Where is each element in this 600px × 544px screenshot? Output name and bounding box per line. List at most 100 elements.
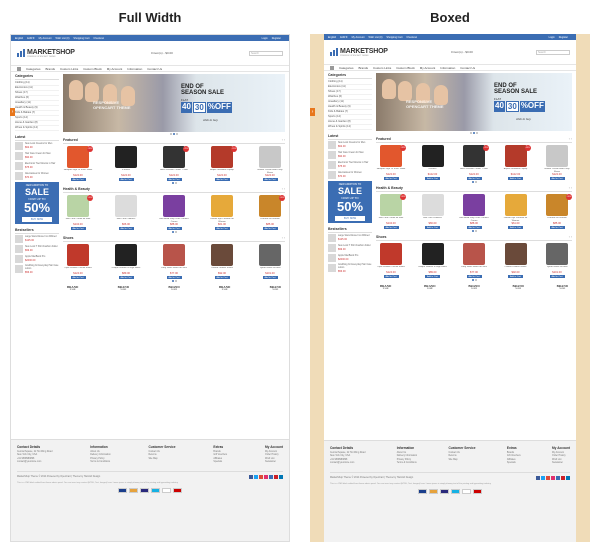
- product-card[interactable]: iPhone5 $122.00 Add to Cart: [418, 145, 448, 180]
- add-to-cart-button[interactable]: Add to Cart: [549, 177, 565, 180]
- add-to-cart-button[interactable]: Add to Cart: [70, 227, 86, 230]
- footer-link[interactable]: Specials: [507, 462, 521, 465]
- social-icon[interactable]: [259, 474, 263, 479]
- product-card[interactable]: Party Wear Shoes for Girls $77.00 Add to C…: [159, 244, 189, 279]
- pagination-dot[interactable]: [170, 133, 172, 135]
- product-card[interactable]: -20% Hair Care Cream for Men $134.00 Add to…: [63, 195, 93, 230]
- pagination-dot[interactable]: [470, 132, 472, 134]
- social-icon[interactable]: [279, 474, 283, 479]
- product-image[interactable]: [463, 243, 485, 265]
- product-image[interactable]: [504, 194, 527, 216]
- nav-item[interactable]: Categories: [339, 66, 354, 70]
- product-image[interactable]: [67, 195, 89, 217]
- product-card[interactable]: Confort Leather Shoes $92.00 Add to Cart: [501, 243, 531, 278]
- product-card[interactable]: iPhone5 $122.00 Add to Cart: [111, 146, 141, 181]
- product-image[interactable]: [546, 243, 568, 265]
- add-to-cart-button[interactable]: Add to Cart: [214, 227, 230, 230]
- cart-summary[interactable]: 0 item(s) - $0.00: [151, 51, 173, 55]
- pagination-dot[interactable]: [174, 231, 177, 233]
- add-to-cart-button[interactable]: Add to Cart: [383, 177, 399, 180]
- nav-item[interactable]: My Account: [107, 67, 123, 71]
- add-to-cart-button[interactable]: Add to Cart: [118, 276, 134, 279]
- product-thumb[interactable]: [15, 152, 23, 160]
- product-image[interactable]: [504, 243, 527, 265]
- product-card[interactable]: -33% Ideapad Yoga 13 S500 Tablet $122.00 Ad…: [63, 146, 93, 181]
- product-image[interactable]: [463, 194, 485, 216]
- health-beauty-pagination[interactable]: [376, 230, 572, 232]
- brand-logo[interactable]: BRAND NAME: [512, 284, 523, 292]
- product-thumb[interactable]: [328, 151, 336, 159]
- cart-summary[interactable]: 0 item(s) - $0.00: [451, 50, 473, 54]
- footer-link[interactable]: Specials: [213, 461, 227, 464]
- product-image[interactable]: [163, 146, 185, 168]
- bestseller-item[interactable]: New Look T Shirt Fashion Fuller $99.00: [15, 245, 59, 253]
- top-link[interactable]: Wish List (0): [369, 36, 383, 39]
- footer-link[interactable]: Newsletter: [265, 461, 283, 464]
- product-card[interactable]: Triple Women Casual Shoes $124.00 Add to C…: [63, 244, 93, 279]
- social-icon[interactable]: [556, 475, 560, 480]
- social-icon[interactable]: [566, 475, 570, 480]
- pagination-dot[interactable]: [171, 280, 174, 282]
- brand-logo[interactable]: BRAND NAME: [118, 285, 129, 293]
- product-image[interactable]: [211, 195, 233, 217]
- product-card[interactable]: Unique Women in High Heels $89.00 Add to C…: [418, 243, 448, 278]
- search-input[interactable]: Search: [249, 50, 283, 56]
- account-link[interactable]: Login: [549, 36, 555, 39]
- product-card[interactable]: Donner Eye Perfume for Women $61.00 Add to…: [207, 195, 237, 230]
- top-link[interactable]: Wish List (0): [56, 37, 70, 40]
- product-thumb[interactable]: [328, 161, 336, 169]
- add-to-cart-button[interactable]: Add to Cart: [425, 275, 440, 278]
- add-to-cart-button[interactable]: Add to Cart: [508, 177, 523, 180]
- brand-logo[interactable]: BRAND NAME: [168, 285, 179, 293]
- product-card[interactable]: Unique Women in High Heels $89.00 Add to C…: [111, 244, 141, 279]
- bestseller-item[interactable]: Grabbing for Everyday Hair Care Lotion $5…: [328, 264, 372, 273]
- search-input[interactable]: Search: [536, 49, 570, 55]
- theme-options-tab[interactable]: ›: [310, 108, 315, 116]
- product-image[interactable]: [421, 194, 444, 216]
- nav-item[interactable]: Brands: [46, 67, 56, 71]
- brand-logo[interactable]: BRAND NAME: [270, 285, 281, 293]
- category-item[interactable]: Wines & Spirits (12): [15, 126, 59, 131]
- pagination-dot[interactable]: [174, 280, 177, 282]
- theme-options-tab[interactable]: ›: [10, 108, 15, 116]
- latest-item[interactable]: Electronic Two Mounts in Hair $75.00: [15, 162, 59, 170]
- carousel-arrows[interactable]: ‹ ›: [569, 137, 572, 141]
- footer-link[interactable]: Site Map: [148, 458, 175, 461]
- add-to-cart-button[interactable]: Add to Cart: [166, 276, 182, 279]
- product-card[interactable]: Tryrob Shoes for Men $101.00 Add to Cart: [255, 244, 285, 279]
- product-image[interactable]: [380, 194, 402, 216]
- product-card[interactable]: Hokkie Casual Beat Party Shoes $122.00 Add…: [542, 145, 572, 180]
- product-card[interactable]: -20% Perfume for Women $85.00 Add to Cart: [255, 195, 285, 230]
- top-link[interactable]: Shopping Cart: [73, 37, 89, 40]
- promo-line5[interactable]: BUY NOW: [335, 216, 365, 221]
- bestseller-item[interactable]: Large Stand Alone Iron Ribbed $125.00: [15, 235, 59, 243]
- add-to-cart-button[interactable]: Add to Cart: [118, 227, 134, 230]
- slider-pagination[interactable]: [63, 133, 285, 135]
- product-card[interactable]: -33% Ideapad Yoga 13 S500 Tablet $122.00 Ad…: [376, 145, 406, 180]
- pagination-dot[interactable]: [176, 133, 178, 135]
- product-card[interactable]: -20% Perfume for Women $85.00 Add to Cart: [542, 194, 572, 229]
- sale-promo-banner[interactable]: NEW ADDITION TO SALE NOW UP TO 50% BUY NOW: [328, 181, 372, 223]
- add-to-cart-button[interactable]: Add to Cart: [214, 178, 230, 181]
- product-image[interactable]: [67, 244, 89, 266]
- pagination-dot[interactable]: [474, 279, 477, 281]
- top-link[interactable]: Shopping Cart: [386, 36, 402, 39]
- product-image[interactable]: [380, 243, 402, 265]
- product-card[interactable]: -25% Black Fashion Cotton T Shirt $122.00 A…: [459, 145, 489, 180]
- product-thumb[interactable]: [15, 245, 23, 253]
- add-to-cart-button[interactable]: Add to Cart: [466, 226, 482, 229]
- product-thumb[interactable]: [328, 254, 336, 262]
- top-link[interactable]: Checkout: [93, 37, 104, 40]
- product-image[interactable]: [163, 195, 185, 217]
- top-link[interactable]: English: [328, 36, 336, 39]
- product-thumb[interactable]: [328, 264, 336, 273]
- social-icon[interactable]: [249, 474, 253, 479]
- social-icon[interactable]: [264, 474, 268, 479]
- product-image[interactable]: [163, 244, 185, 266]
- top-link[interactable]: My Account: [39, 37, 52, 40]
- home-icon[interactable]: [330, 65, 334, 70]
- product-thumb[interactable]: [15, 235, 23, 243]
- slider-cta[interactable]: click to buy: [203, 118, 218, 122]
- product-image[interactable]: [380, 145, 402, 167]
- product-thumb[interactable]: [15, 162, 23, 170]
